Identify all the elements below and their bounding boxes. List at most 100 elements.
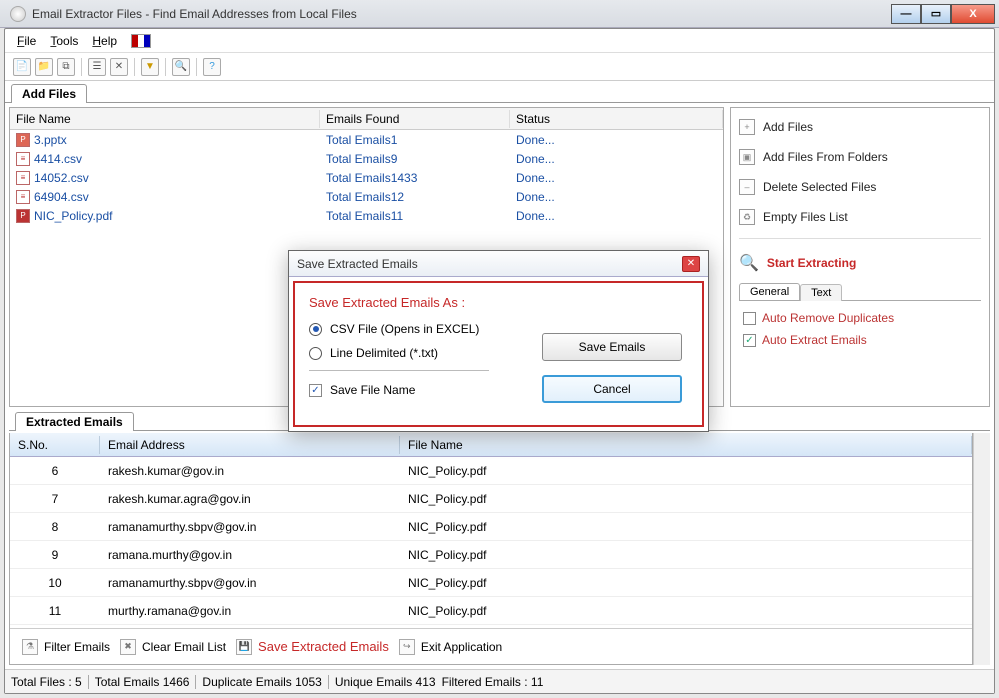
filter-emails-button[interactable]: ⚗Filter Emails [22, 639, 110, 655]
file-row[interactable]: ≡64904.csvTotal Emails12Done... [10, 187, 723, 206]
maximize-button[interactable]: ▭ [921, 4, 951, 24]
file-icon: ≡ [16, 171, 30, 185]
col-email[interactable]: Email Address [100, 436, 400, 454]
col-status[interactable]: Status [510, 110, 723, 128]
clear-list-button[interactable]: ✖Clear Email List [120, 639, 226, 655]
checkbox-checked-icon[interactable]: ✓ [743, 334, 756, 347]
email-row[interactable]: 7rakesh.kumar.agra@gov.inNIC_Policy.pdf [10, 485, 972, 513]
file-row[interactable]: ≡4414.csvTotal Emails9Done... [10, 149, 723, 168]
email-sno: 10 [10, 574, 100, 592]
email-sno: 8 [10, 518, 100, 536]
tb-delete-icon[interactable]: ✕ [110, 58, 128, 76]
minimize-button[interactable]: — [891, 4, 921, 24]
action-delete[interactable]: –Delete Selected Files [739, 174, 981, 200]
email-sno: 11 [10, 602, 100, 620]
menu-file[interactable]: File [17, 34, 36, 48]
file-emails: Total Emails12 [320, 190, 510, 204]
menu-help[interactable]: Help [92, 34, 117, 48]
file-emails: Total Emails1 [320, 133, 510, 147]
action-add-folder[interactable]: ▣Add Files From Folders [739, 144, 981, 170]
tb-add-folder-icon[interactable]: 📁 [35, 58, 53, 76]
tb-add-file-icon[interactable]: 📄 [13, 58, 31, 76]
checkbox-unchecked-icon[interactable] [743, 312, 756, 325]
file-row[interactable]: ≡14052.csvTotal Emails1433Done... [10, 168, 723, 187]
start-extracting[interactable]: 🔍Start Extracting [739, 253, 981, 273]
cancel-button[interactable]: Cancel [542, 375, 682, 403]
menu-tools[interactable]: Tools [50, 34, 78, 48]
status-total-files: Total Files : 5 [11, 675, 82, 689]
email-sno: 6 [10, 462, 100, 480]
file-row[interactable]: P3.pptxTotal Emails1Done... [10, 130, 723, 149]
tb-search-icon[interactable]: 🔍 [172, 58, 190, 76]
subtab-general[interactable]: General [739, 283, 800, 300]
email-address: ramana.murthy@gov.in [100, 546, 400, 564]
file-emails: Total Emails9 [320, 152, 510, 166]
file-emails: Total Emails11 [320, 209, 510, 223]
email-sno: 7 [10, 490, 100, 508]
toolbar: 📄 📁 ⧉ ☰ ✕ ▼ 🔍 ? [5, 53, 994, 81]
file-icon: P [16, 209, 30, 223]
file-icon: ≡ [16, 190, 30, 204]
save-extracted-button[interactable]: 💾Save Extracted Emails [236, 639, 389, 655]
tabstrip-addfiles: Add Files [5, 81, 994, 103]
statusbar: Total Files : 5 Total Emails 1466 Duplic… [5, 669, 994, 693]
col-filename[interactable]: File Name [10, 110, 320, 128]
dialog-close-icon[interactable]: ✕ [682, 256, 700, 272]
file-emails: Total Emails1433 [320, 171, 510, 185]
recycle-icon: ♻ [739, 209, 755, 225]
option-remove-duplicates[interactable]: Auto Remove Duplicates [743, 311, 977, 325]
tb-help-icon[interactable]: ? [203, 58, 221, 76]
file-status: Done... [510, 171, 723, 185]
subtab-text[interactable]: Text [800, 284, 842, 301]
tb-filter-icon[interactable]: ▼ [141, 58, 159, 76]
email-row[interactable]: 6rakesh.kumar@gov.inNIC_Policy.pdf [10, 457, 972, 485]
file-name: 4414.csv [34, 152, 82, 166]
clear-icon: ✖ [120, 639, 136, 655]
email-filename: NIC_Policy.pdf [400, 546, 972, 564]
radio-on-icon[interactable] [309, 323, 322, 336]
radio-off-icon[interactable] [309, 347, 322, 360]
file-row[interactable]: PNIC_Policy.pdfTotal Emails11Done... [10, 206, 723, 225]
email-row[interactable]: 10ramanamurthy.sbpv@gov.inNIC_Policy.pdf [10, 569, 972, 597]
option-auto-extract[interactable]: ✓Auto Extract Emails [743, 333, 977, 347]
vertical-scrollbar[interactable] [973, 433, 990, 665]
email-row[interactable]: 9ramana.murthy@gov.inNIC_Policy.pdf [10, 541, 972, 569]
tb-list-icon[interactable]: ☰ [88, 58, 106, 76]
titlebar: Email Extractor Files - Find Email Addre… [0, 0, 999, 28]
email-filename: NIC_Policy.pdf [400, 462, 972, 480]
close-button[interactable]: X [951, 4, 995, 24]
col-emailsfound[interactable]: Emails Found [320, 110, 510, 128]
save-dialog: Save Extracted Emails ✕ Save Extracted E… [288, 250, 709, 432]
tab-add-files[interactable]: Add Files [11, 84, 87, 103]
col-sno[interactable]: S.No. [10, 436, 100, 454]
file-icon: ≡ [16, 152, 30, 166]
col-filename2[interactable]: File Name [400, 436, 972, 454]
filter-icon: ⚗ [22, 639, 38, 655]
exit-app-button[interactable]: ↪Exit Application [399, 639, 502, 655]
app-icon [10, 6, 26, 22]
email-sno: 9 [10, 546, 100, 564]
status-unique: Unique Emails 413 [335, 675, 436, 689]
file-name: NIC_Policy.pdf [34, 209, 112, 223]
dialog-titlebar[interactable]: Save Extracted Emails ✕ [289, 251, 708, 277]
action-add-files[interactable]: +Add Files [739, 114, 981, 140]
email-row[interactable]: 8ramanamurthy.sbpv@gov.inNIC_Policy.pdf [10, 513, 972, 541]
file-name: 64904.csv [34, 190, 89, 204]
extracted-panel: S.No. Email Address File Name 6rakesh.ku… [9, 433, 973, 665]
action-empty[interactable]: ♻Empty Files List [739, 204, 981, 230]
file-name: 3.pptx [34, 133, 67, 147]
search-icon: 🔍 [739, 253, 759, 273]
flag-icon[interactable] [131, 34, 151, 48]
status-total-emails: Total Emails 1466 [95, 675, 190, 689]
email-filename: NIC_Policy.pdf [400, 574, 972, 592]
save-icon: 💾 [236, 639, 252, 655]
save-emails-button[interactable]: Save Emails [542, 333, 682, 361]
tab-extracted-emails[interactable]: Extracted Emails [15, 412, 134, 431]
email-row[interactable]: 11murthy.ramana@gov.inNIC_Policy.pdf [10, 597, 972, 625]
tb-copy-icon[interactable]: ⧉ [57, 58, 75, 76]
trash-icon: – [739, 179, 755, 195]
email-address: rakesh.kumar.agra@gov.in [100, 490, 400, 508]
checkbox-checked-icon[interactable]: ✓ [309, 384, 322, 397]
file-status: Done... [510, 133, 723, 147]
plus-icon: + [739, 119, 755, 135]
